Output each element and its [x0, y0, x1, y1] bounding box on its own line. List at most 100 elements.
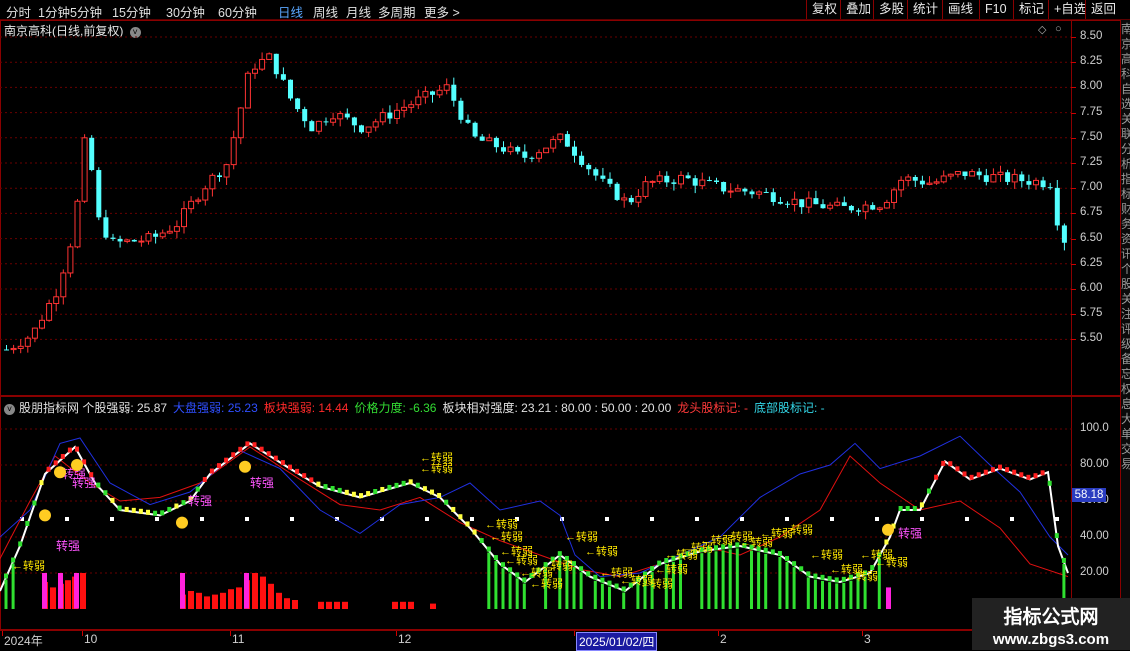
signal-mark	[650, 566, 655, 572]
indicator-tick: 100.0	[1080, 422, 1109, 434]
candle	[315, 120, 322, 135]
signal-mark	[593, 574, 598, 580]
signal-mark	[259, 446, 264, 452]
candle	[1019, 171, 1025, 188]
candlestick-chart[interactable]	[0, 20, 1072, 396]
candle	[443, 78, 450, 95]
signal-mark	[614, 583, 619, 589]
candle	[947, 173, 954, 180]
signal-mark	[813, 573, 818, 579]
midline-dot	[425, 517, 429, 521]
candle	[1061, 223, 1067, 251]
period-tab-10[interactable]: 更多 >	[424, 2, 460, 21]
signal-mark	[53, 460, 58, 466]
candle	[337, 110, 344, 127]
signal-mark	[202, 477, 207, 483]
signal-mark	[458, 514, 463, 520]
candle	[933, 178, 940, 185]
candle	[309, 119, 315, 132]
toolbar-button-3[interactable]: 统计	[907, 0, 943, 19]
candle	[401, 99, 408, 118]
indicator-tick: 80.00	[1080, 458, 1109, 470]
weak-label: ←转弱	[540, 558, 573, 572]
candle	[593, 167, 599, 181]
red-bar	[204, 596, 210, 609]
green-bar	[835, 583, 839, 609]
signal-mark	[799, 566, 804, 572]
period-tab-9[interactable]: 多周期	[378, 2, 416, 21]
signal-mark	[586, 571, 591, 577]
candle	[237, 106, 244, 145]
signal-mark	[955, 466, 960, 472]
candle	[81, 134, 88, 204]
weak-label: ←转弱	[530, 576, 563, 590]
signal-mark	[451, 506, 456, 512]
toolbar-button-6[interactable]: 标记	[1013, 0, 1049, 19]
candle	[1047, 182, 1053, 190]
tick-mark	[1071, 339, 1076, 341]
green-bar	[600, 583, 604, 609]
candle	[295, 97, 301, 112]
right-sidebar[interactable]: 南京高科 自选 关联 分析 指标 财务 资讯 个股 关注 评级 备忘 权息 大单…	[1121, 20, 1130, 650]
green-bar	[636, 583, 640, 609]
period-tab-8[interactable]: 月线	[346, 2, 371, 21]
toolbar-button-5[interactable]: F10	[979, 0, 1012, 19]
candle	[280, 67, 286, 81]
time-tick	[396, 631, 397, 636]
indicator-chart[interactable]: ←转弱←转弱←转弱←转弱←转弱←转弱←转弱←转弱←转弱←转弱←转弱←转弱←转弱←…	[0, 413, 1072, 630]
green-bar	[501, 568, 505, 609]
signal-mark	[209, 468, 214, 474]
candle	[536, 149, 542, 163]
signal-mark	[1061, 557, 1066, 563]
candle	[10, 344, 17, 354]
candle	[4, 344, 9, 351]
candle	[153, 230, 159, 244]
signal-mark	[46, 466, 51, 472]
candle	[727, 183, 734, 199]
midline-dot	[875, 517, 879, 521]
period-tab-0[interactable]: 分时	[6, 2, 31, 21]
weak-label: ←转弱	[780, 522, 813, 536]
signal-mark	[870, 565, 875, 571]
green-bar	[778, 556, 782, 609]
green-bar	[487, 552, 491, 609]
strong-label: 转强	[188, 493, 212, 508]
candle	[244, 71, 251, 109]
candle	[458, 97, 464, 124]
green-bar	[579, 572, 583, 609]
red-bar	[50, 587, 56, 609]
price-tick: 8.50	[1080, 30, 1103, 42]
signal-mark	[508, 567, 513, 573]
red-bar	[196, 592, 202, 609]
tick-mark	[1071, 87, 1076, 89]
signal-mark	[323, 484, 328, 490]
period-tab-1[interactable]: 1分钟	[38, 2, 70, 21]
signal-mark	[962, 471, 967, 477]
signal-mark	[777, 550, 782, 556]
face-icon	[882, 523, 894, 536]
signal-mark	[990, 467, 995, 473]
red-bar	[236, 587, 242, 609]
toolbar-button-4[interactable]: 画线	[942, 0, 978, 19]
toolbar-button-2[interactable]: 多股	[873, 0, 909, 19]
strong-label: 转强	[898, 525, 922, 540]
period-tab-2[interactable]: 5分钟	[70, 2, 102, 21]
toolbar-button-1[interactable]: 叠加	[840, 0, 876, 19]
period-tab-7[interactable]: 周线	[313, 2, 338, 21]
period-tab-5[interactable]: 60分钟	[218, 2, 257, 21]
period-tab-6[interactable]: 日线	[278, 2, 303, 21]
price-tick: 8.25	[1080, 55, 1103, 68]
period-tab-4[interactable]: 30分钟	[166, 2, 205, 21]
period-tab-3[interactable]: 15分钟	[112, 2, 151, 21]
time-label: 12	[398, 632, 412, 646]
indicator-tick: 40.00	[1080, 530, 1109, 542]
toolbar-button-0[interactable]: 复权	[806, 0, 842, 19]
strong-label: 转强	[56, 538, 80, 553]
toolbar-button-8[interactable]: 返回	[1085, 0, 1121, 19]
candle	[876, 206, 883, 213]
red-bar	[334, 601, 340, 609]
red-bar	[268, 583, 274, 609]
midline-dot	[110, 517, 114, 521]
candle	[848, 204, 854, 213]
red-bar	[65, 580, 71, 609]
